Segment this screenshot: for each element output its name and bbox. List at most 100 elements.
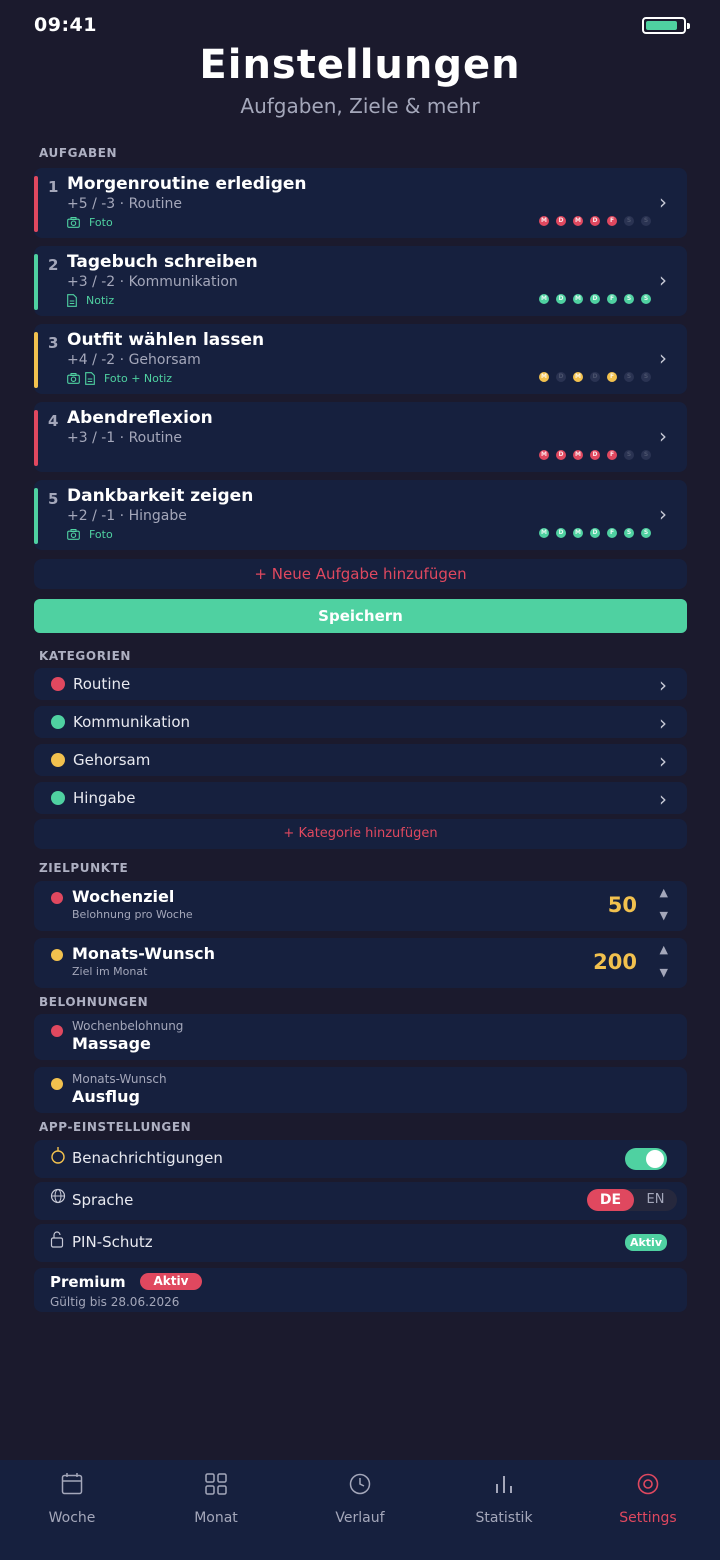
weekday-dot[interactable]: F (607, 372, 617, 382)
weekday-dot[interactable]: D (590, 372, 600, 382)
weekday-dot[interactable]: M (573, 216, 583, 226)
task-row[interactable]: 5 Dankbarkeit zeigen +2 / -1 · Hingabe Foto… (34, 480, 687, 550)
chevron-right-icon: › (659, 346, 667, 370)
reward-weekly-value: Massage (72, 1034, 151, 1053)
notifications-toggle[interactable] (625, 1148, 667, 1170)
goal-monthly-subtitle: Ziel im Monat (72, 965, 148, 978)
category-name: Kommunikation (73, 713, 191, 731)
setting-pin[interactable]: PIN-Schutz Aktiv (34, 1224, 687, 1262)
tab-verlauf-label: Verlauf (335, 1510, 385, 1526)
weekday-dot[interactable]: M (539, 450, 549, 460)
reward-weekly[interactable]: Wochenbelohnung Massage (34, 1014, 687, 1060)
weekday-dot[interactable]: S (624, 450, 634, 460)
bell-icon (50, 1146, 66, 1168)
weekday-dot[interactable]: D (590, 294, 600, 304)
toggle-knob (646, 1150, 664, 1168)
weekday-dot[interactable]: D (556, 528, 566, 538)
task-row[interactable]: 1 Morgenroutine erledigen +5 / -3 · Routin… (34, 168, 687, 238)
tab-statistik[interactable]: Statistik (432, 1460, 576, 1560)
category-color-dot (51, 791, 65, 805)
goal-monthly-color-dot (51, 949, 63, 961)
task-attachments: Foto (67, 527, 113, 541)
task-color-bar (34, 410, 38, 466)
task-title: Tagebuch schreiben (67, 252, 258, 272)
add-task-button[interactable]: + Neue Aufgabe hinzufügen (34, 559, 687, 589)
weekday-dot[interactable]: S (624, 294, 634, 304)
save-button[interactable]: Speichern (34, 599, 687, 633)
category-item[interactable]: Kommunikation › (34, 706, 687, 738)
setting-notifications-label: Benachrichtigungen (72, 1149, 223, 1167)
tab-monat[interactable]: Monat (144, 1460, 288, 1560)
premium-card[interactable]: Premium Aktiv Gültig bis 28.06.2026 (34, 1268, 687, 1312)
weekday-dot[interactable]: S (641, 216, 651, 226)
weekday-dot[interactable]: F (607, 294, 617, 304)
task-row[interactable]: 4 Abendreflexion +3 / -1 · Routine M D M D F S S › (34, 402, 687, 472)
premium-valid-until: Gültig bis 28.06.2026 (50, 1295, 180, 1309)
tab-verlauf[interactable]: Verlauf (288, 1460, 432, 1560)
weekday-dot[interactable]: F (607, 528, 617, 538)
weekday-dot[interactable]: S (624, 216, 634, 226)
category-color-dot (51, 753, 65, 767)
weekday-dot[interactable]: D (556, 294, 566, 304)
weekday-dot[interactable]: S (641, 528, 651, 538)
weekday-dot[interactable]: S (641, 450, 651, 460)
task-points-category: +5 / -3 · Routine (67, 196, 182, 212)
lock-icon (50, 1230, 64, 1252)
weekday-dot[interactable]: M (539, 294, 549, 304)
weekday-dot[interactable]: S (641, 372, 651, 382)
weekday-dot[interactable]: D (590, 450, 600, 460)
goal-weekly: Wochenziel Belohnung pro Woche 50 ▲ ▼ (34, 881, 687, 931)
add-category-button[interactable]: + Kategorie hinzufügen (34, 819, 687, 849)
category-item[interactable]: Hingabe › (34, 782, 687, 814)
task-number: 5 (48, 490, 59, 508)
goal-weekly-decrement-icon[interactable]: ▼ (660, 909, 668, 922)
goal-weekly-increment-icon[interactable]: ▲ (660, 886, 668, 899)
weekday-dot[interactable]: S (624, 528, 634, 538)
premium-title: Premium (50, 1273, 126, 1291)
goal-weekly-title: Wochenziel (72, 887, 175, 906)
tab-settings[interactable]: Settings (576, 1460, 720, 1560)
status-time: 09:41 (34, 14, 97, 36)
weekday-dot[interactable]: D (590, 216, 600, 226)
weekday-dots: MDMDFSS (539, 528, 651, 538)
weekday-dot[interactable]: M (539, 528, 549, 538)
weekday-dot[interactable]: D (556, 216, 566, 226)
weekday-dot[interactable]: S (641, 294, 651, 304)
reward-monthly-label: Monats-Wunsch (72, 1072, 167, 1086)
task-number: 4 (48, 412, 59, 430)
lang-de-button[interactable]: DE (587, 1189, 634, 1211)
camera-icon (67, 216, 80, 228)
chevron-right-icon: › (659, 268, 667, 292)
reward-monthly-value: Ausflug (72, 1087, 140, 1106)
reward-weekly-label: Wochenbelohnung (72, 1019, 184, 1033)
weekday-dot[interactable]: S (624, 372, 634, 382)
weekday-dot[interactable]: F (607, 216, 617, 226)
weekday-dot[interactable]: M (539, 216, 549, 226)
lang-en-button[interactable]: EN (634, 1189, 677, 1211)
weekday-dot[interactable]: M (573, 528, 583, 538)
setting-language-label: Sprache (72, 1191, 134, 1209)
goal-monthly-increment-icon[interactable]: ▲ (660, 943, 668, 956)
weekday-dot[interactable]: M (573, 372, 583, 382)
tab-monat-label: Monat (194, 1510, 238, 1526)
reward-monthly[interactable]: Monats-Wunsch Ausflug (34, 1067, 687, 1113)
section-label-categories: KATEGORIEN (39, 649, 132, 663)
tab-woche[interactable]: Woche (0, 1460, 144, 1560)
weekday-dot[interactable]: M (573, 450, 583, 460)
weekday-dot[interactable]: D (556, 450, 566, 460)
weekday-dot[interactable]: D (590, 528, 600, 538)
weekday-dot[interactable]: M (573, 294, 583, 304)
target-icon (636, 1472, 660, 1500)
goal-monthly-decrement-icon[interactable]: ▼ (660, 966, 668, 979)
category-item[interactable]: Routine › (34, 668, 687, 700)
task-number: 2 (48, 256, 59, 274)
weekday-dot[interactable]: D (556, 372, 566, 382)
task-row[interactable]: 2 Tagebuch schreiben +3 / -2 · Kommunikati… (34, 246, 687, 316)
setting-pin-label: PIN-Schutz (72, 1233, 153, 1251)
task-title: Abendreflexion (67, 408, 213, 428)
weekday-dot[interactable]: F (607, 450, 617, 460)
task-row[interactable]: 3 Outfit wählen lassen +4 / -2 · Gehorsam F… (34, 324, 687, 394)
page-title: Einstellungen (199, 42, 521, 88)
weekday-dot[interactable]: M (539, 372, 549, 382)
category-item[interactable]: Gehorsam › (34, 744, 687, 776)
